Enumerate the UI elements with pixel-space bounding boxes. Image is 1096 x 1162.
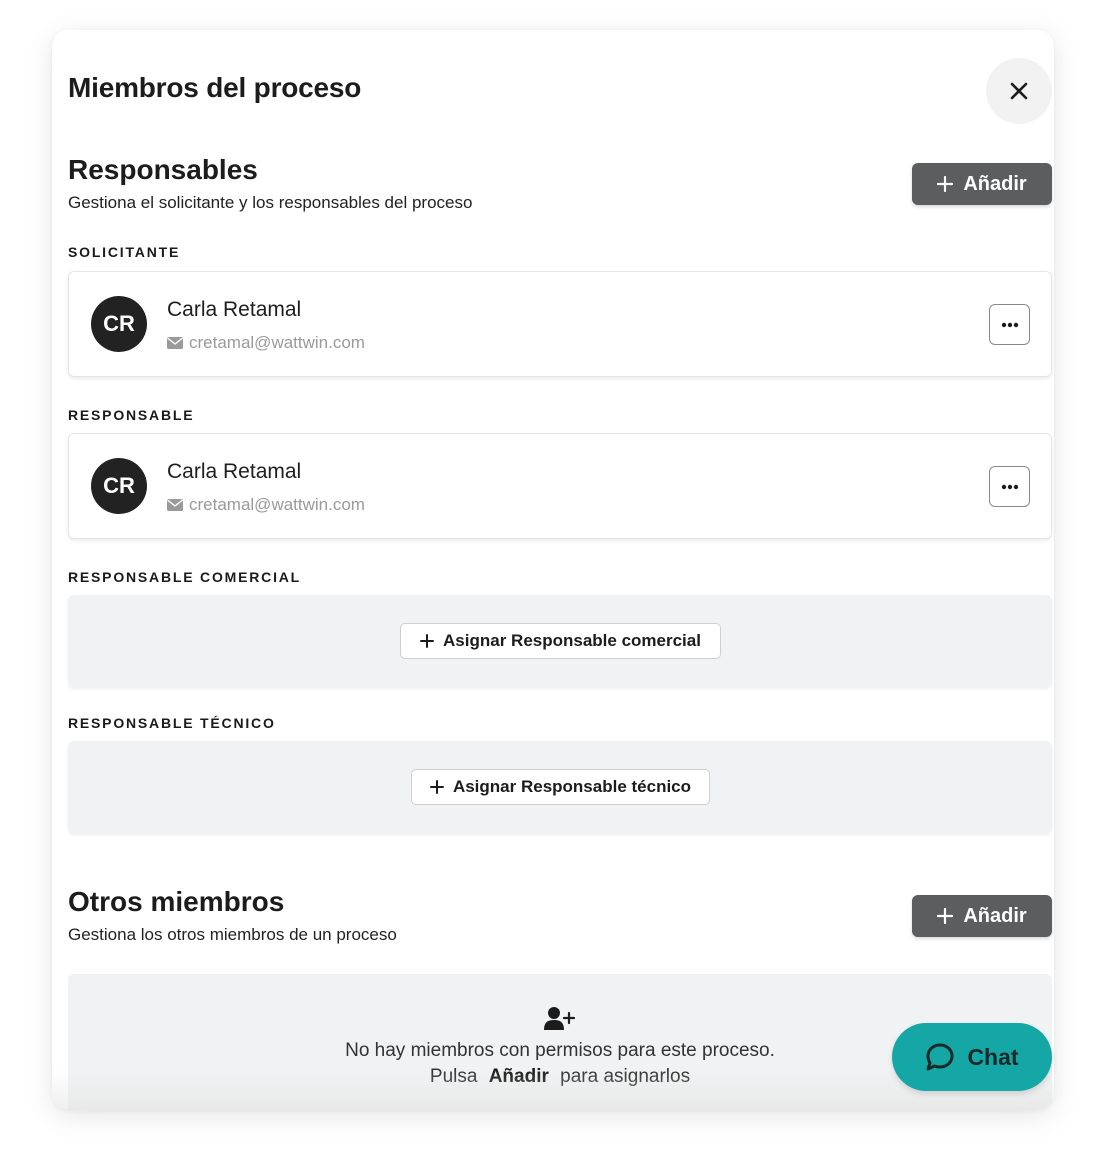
add-responsable-label: Añadir [963, 172, 1027, 195]
close-button[interactable] [986, 58, 1052, 124]
add-member-label: Añadir [963, 904, 1027, 927]
responsables-subtitle: Gestiona el solicitante y los responsabl… [68, 193, 473, 212]
otros-miembros-subtitle: Gestiona los otros miembros de un proces… [68, 925, 397, 944]
assign-comercial-label: Asignar Responsable comercial [443, 631, 701, 650]
assign-comercial-button[interactable]: Asignar Responsable comercial [400, 623, 721, 659]
responsable-tecnico-slot: Asignar Responsable técnico [68, 741, 1052, 833]
responsable-tecnico-label: RESPONSABLE TÉCNICO [68, 715, 276, 731]
member-options-button[interactable] [989, 304, 1030, 345]
add-member-button[interactable]: Añadir [912, 895, 1052, 937]
close-icon [1010, 82, 1028, 100]
responsable-comercial-label: RESPONSABLE COMERCIAL [68, 569, 302, 585]
plus-icon [937, 908, 954, 924]
responsable-label: RESPONSABLE [68, 407, 195, 423]
avatar: CR [91, 296, 147, 352]
more-dots-icon [1001, 484, 1018, 489]
envelope-icon [167, 499, 183, 511]
member-email: cretamal@wattwin.com [167, 495, 365, 515]
member-email-text: cretamal@wattwin.com [189, 333, 365, 352]
solicitante-card: CR Carla Retamal cretamal@wattwin.com [68, 271, 1052, 377]
plus-icon [420, 634, 435, 648]
more-dots-icon [1001, 322, 1018, 327]
member-options-button[interactable] [989, 466, 1030, 507]
empty-state-bold: Añadir [488, 1066, 549, 1087]
otros-miembros-title: Otros miembros [68, 886, 285, 917]
chat-bubble-icon [926, 1043, 954, 1071]
assign-tecnico-button[interactable]: Asignar Responsable técnico [411, 769, 710, 805]
member-name: Carla Retamal [167, 460, 302, 483]
plus-icon [429, 780, 444, 794]
avatar: CR [91, 458, 147, 514]
chat-label: Chat [967, 1043, 1019, 1070]
envelope-icon [167, 337, 183, 349]
empty-state-suffix: para asignarlos [560, 1066, 691, 1087]
member-name: Carla Retamal [167, 298, 302, 321]
solicitante-label: SOLICITANTE [68, 244, 181, 260]
member-email-text: cretamal@wattwin.com [189, 495, 365, 514]
responsable-comercial-slot: Asignar Responsable comercial [68, 595, 1052, 687]
add-responsable-button[interactable]: Añadir [912, 163, 1052, 205]
members-modal: Miembros del proceso Responsables Gestio… [52, 30, 1054, 1110]
responsables-title: Responsables [68, 154, 258, 185]
user-plus-icon [544, 1007, 576, 1030]
modal-title: Miembros del proceso [68, 72, 362, 103]
plus-icon [937, 176, 954, 192]
member-email: cretamal@wattwin.com [167, 333, 365, 353]
chat-button[interactable]: Chat [892, 1023, 1052, 1091]
empty-state-prefix: Pulsa [429, 1066, 478, 1087]
responsable-card: CR Carla Retamal cretamal@wattwin.com [68, 433, 1052, 539]
assign-tecnico-label: Asignar Responsable técnico [452, 777, 692, 796]
